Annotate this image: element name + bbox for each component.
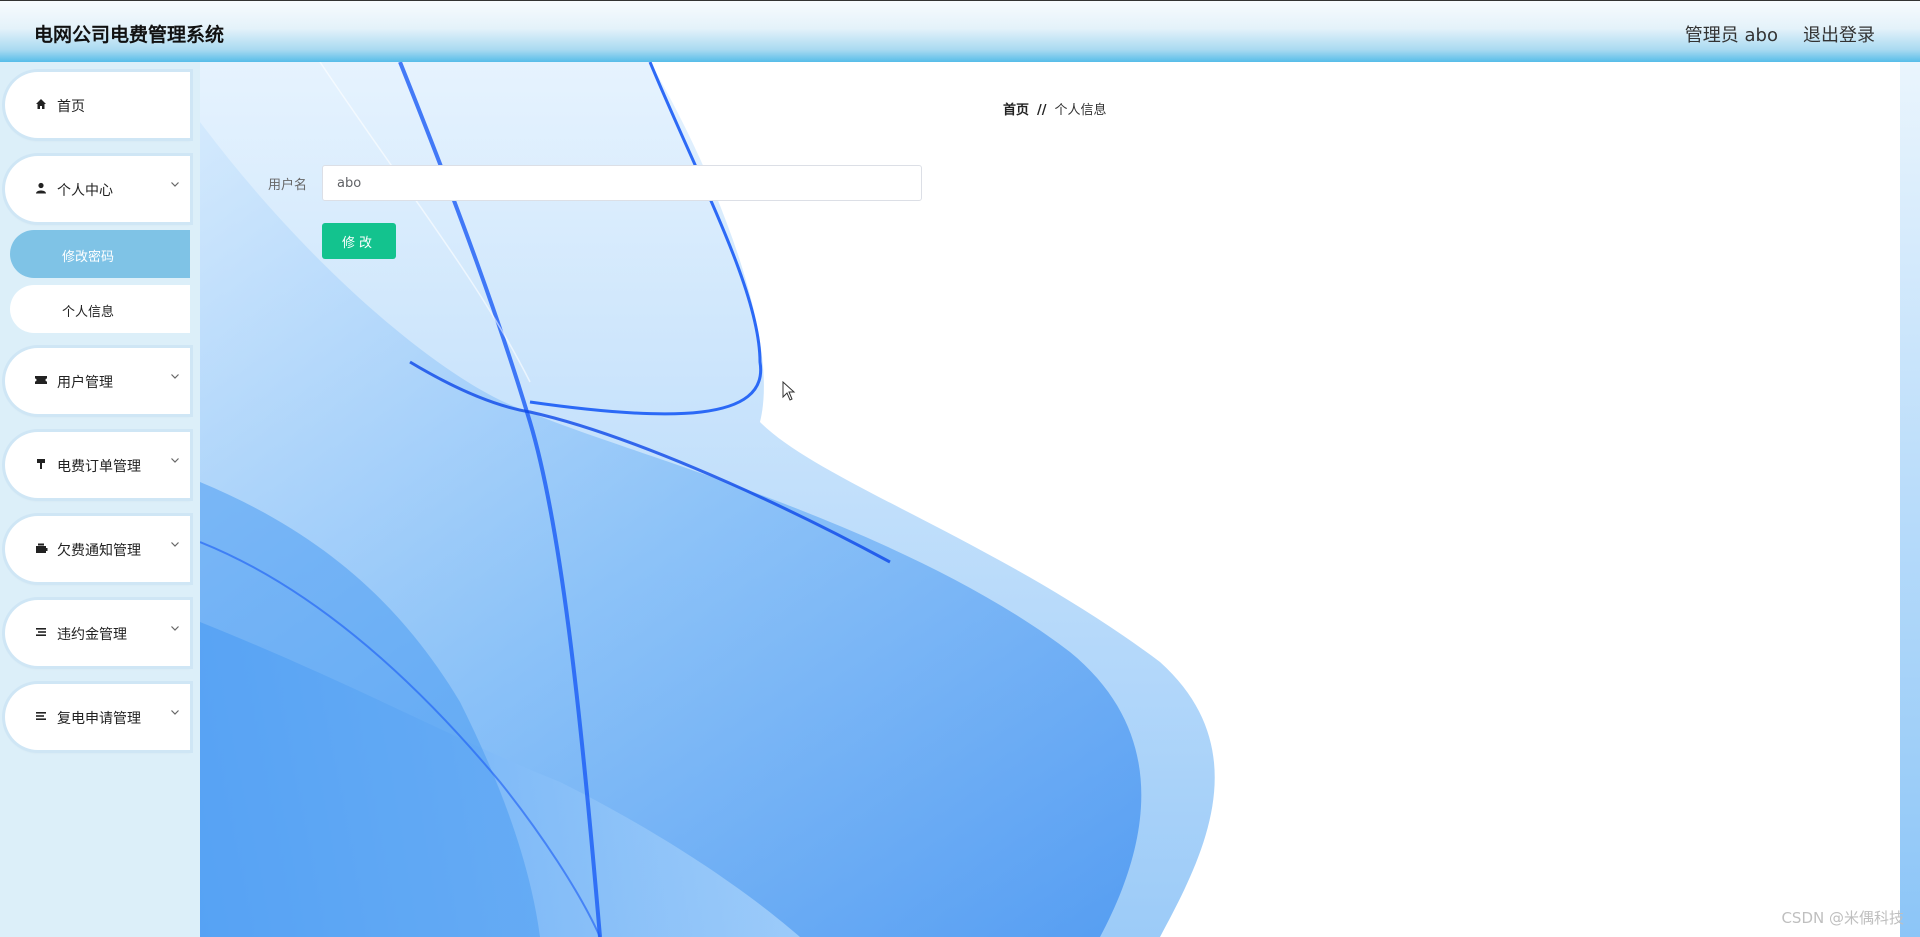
chevron-down-icon	[170, 178, 180, 192]
sidebar-item-power-restoration-management[interactable]: 复电申请管理	[5, 684, 190, 750]
breadcrumb-separator: //	[1037, 103, 1047, 118]
list-icon	[34, 626, 48, 640]
user-icon	[34, 182, 48, 196]
sidebar-item-label: 首页	[57, 99, 85, 115]
mouse-cursor-icon	[782, 380, 796, 405]
sidebar-subitem-personal-info[interactable]: 个人信息	[10, 285, 190, 333]
sidebar-item-label: 用户管理	[57, 375, 113, 391]
right-background-strip	[1900, 62, 1920, 937]
chevron-down-icon	[170, 370, 180, 384]
sidebar-item-home[interactable]: 首页	[5, 72, 190, 138]
top-header: 电网公司电费管理系统 管理员 abo 退出登录	[0, 0, 1920, 62]
breadcrumb: 首页 // 个人信息	[1003, 99, 1107, 118]
sidebar-item-label: 复电申请管理	[57, 711, 141, 727]
chevron-down-icon	[170, 454, 180, 468]
chevron-down-icon	[170, 622, 180, 636]
sidebar-item-arrears-notice-management[interactable]: 欠费通知管理	[5, 516, 190, 582]
current-user-label: 管理员 abo	[1684, 25, 1778, 46]
paint-roller-icon	[34, 458, 48, 472]
sidebar-item-penalty-management[interactable]: 违约金管理	[5, 600, 190, 666]
logout-button[interactable]: 退出登录	[1803, 21, 1875, 47]
sidebar-item-label: 违约金管理	[57, 627, 127, 643]
main-content: 首页 // 个人信息 用户名 修改	[200, 62, 1900, 937]
list-icon	[34, 710, 48, 724]
submit-button[interactable]: 修改	[322, 223, 396, 259]
sidebar: 首页 个人中心 修改密码 个人信息 用户管理 电费订单管理 欠费通知管理 违约金…	[0, 62, 200, 937]
breadcrumb-home[interactable]: 首页	[1003, 103, 1029, 118]
watermark-text: CSDN @米偶科技	[1781, 909, 1904, 927]
sidebar-item-user-management[interactable]: 用户管理	[5, 348, 190, 414]
sidebar-item-bill-order-management[interactable]: 电费订单管理	[5, 432, 190, 498]
sidebar-item-label: 电费订单管理	[57, 459, 141, 475]
chevron-down-icon	[170, 538, 180, 552]
sidebar-item-personal-center[interactable]: 个人中心	[5, 156, 190, 222]
sidebar-subitem-label: 修改密码	[62, 250, 115, 265]
chevron-down-icon	[170, 706, 180, 720]
sidebar-item-label: 个人中心	[57, 183, 113, 199]
sidebar-item-label: 欠费通知管理	[57, 543, 141, 559]
sidebar-subitem-change-password[interactable]: 修改密码	[10, 230, 190, 278]
username-input[interactable]	[322, 165, 922, 201]
breadcrumb-current: 个人信息	[1054, 103, 1107, 118]
username-label: 用户名	[268, 178, 308, 193]
home-icon	[34, 98, 48, 112]
wallet-icon	[34, 542, 48, 556]
sidebar-subitem-label: 个人信息	[62, 305, 115, 320]
app-title: 电网公司电费管理系统	[34, 24, 225, 46]
ticket-icon	[34, 374, 48, 388]
